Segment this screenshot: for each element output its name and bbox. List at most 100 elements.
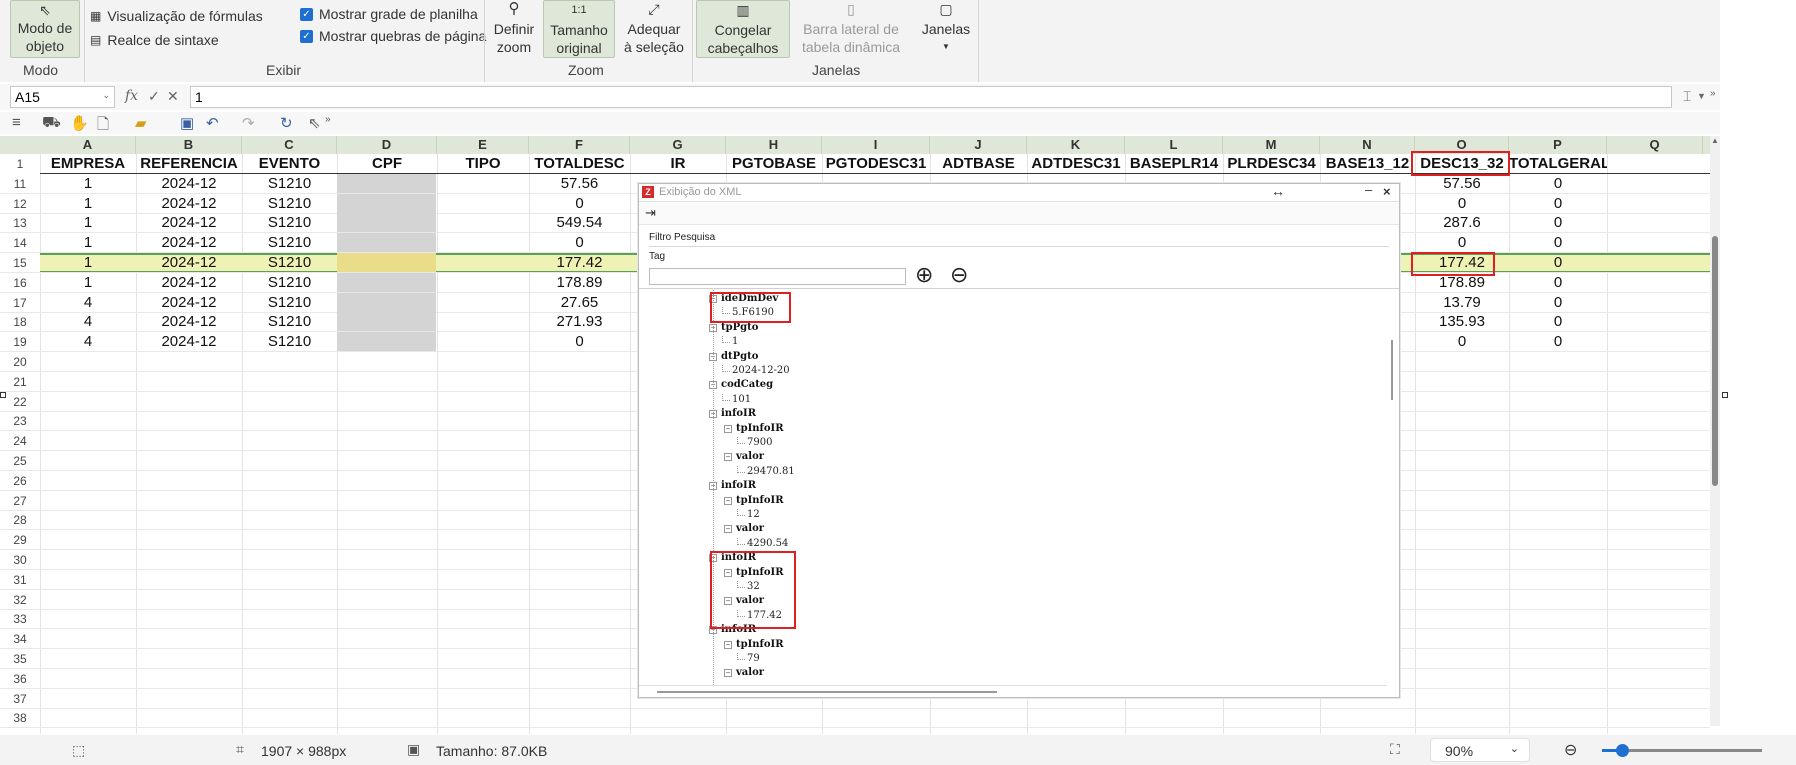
- row-header[interactable]: 35: [0, 649, 40, 669]
- scrollbar-thumb[interactable]: [1391, 340, 1393, 400]
- column-header-e[interactable]: E: [437, 136, 529, 154]
- minimize-icon[interactable]: –: [1365, 182, 1372, 197]
- xml-value-node[interactable]: 12: [747, 509, 760, 520]
- row-header[interactable]: 21: [0, 372, 40, 392]
- cell-referencia[interactable]: 2024-12: [136, 332, 242, 352]
- column-header-l[interactable]: L: [1125, 136, 1223, 154]
- row-header[interactable]: 1: [0, 154, 40, 174]
- cell-totalgeral[interactable]: 0: [1509, 332, 1607, 352]
- cpf-redacted-cell[interactable]: [337, 272, 436, 293]
- cell-totalgeral[interactable]: 0: [1509, 174, 1607, 194]
- collapse-icon[interactable]: −: [724, 453, 732, 462]
- xml-value-node[interactable]: 79: [747, 653, 760, 664]
- cell-empresa[interactable]: 1: [40, 213, 136, 233]
- cell-desc13-32[interactable]: 287.6: [1415, 213, 1509, 233]
- cell-evento[interactable]: S1210: [242, 194, 337, 214]
- cell-empresa[interactable]: 4: [40, 293, 136, 313]
- xml-value-node[interactable]: 29470.81: [747, 466, 795, 477]
- save-icon[interactable]: ▣: [180, 114, 194, 132]
- column-header-j[interactable]: J: [930, 136, 1027, 154]
- cell-desc13-32[interactable]: 135.93: [1415, 312, 1509, 332]
- row-header[interactable]: 16: [0, 273, 40, 293]
- fit-screen-icon[interactable]: ⛶: [1390, 741, 1400, 758]
- xml-tag-node[interactable]: tpInfoIR: [736, 423, 784, 434]
- row-header[interactable]: 12: [0, 194, 40, 214]
- close-icon[interactable]: ×: [1383, 184, 1391, 199]
- dialog-titlebar[interactable]: Z Exibição do XML ↔ – ×: [639, 182, 1399, 202]
- header-cell[interactable]: EMPRESA: [40, 154, 136, 174]
- row-header[interactable]: 29: [0, 530, 40, 550]
- xml-tag-node[interactable]: valor: [736, 451, 764, 462]
- cell-totalgeral[interactable]: 0: [1509, 233, 1607, 253]
- cell-evento[interactable]: S1210: [242, 312, 337, 332]
- accept-icon[interactable]: ✓: [148, 88, 160, 105]
- cell-desc13-32[interactable]: 0: [1415, 332, 1509, 352]
- cell-desc13-32[interactable]: 13.79: [1415, 293, 1509, 313]
- column-header-b[interactable]: B: [136, 136, 242, 154]
- tree-horizontal-scrollbar[interactable]: [639, 685, 1387, 697]
- cell-empresa[interactable]: 1: [40, 194, 136, 214]
- header-cell[interactable]: TOTALGERAL: [1509, 154, 1607, 174]
- formula-view-button[interactable]: ▦ Visualização de fórmulas: [90, 8, 263, 24]
- zoom-slider[interactable]: [1602, 744, 1762, 757]
- cell-empresa[interactable]: 1: [40, 253, 136, 273]
- column-header-f[interactable]: F: [529, 136, 630, 154]
- cell-totaldesc[interactable]: 57.56: [529, 174, 630, 194]
- row-header[interactable]: 36: [0, 669, 40, 689]
- xml-tag-node[interactable]: tpPgto: [721, 322, 758, 333]
- windows-button[interactable]: ▢ Janelas ▼: [916, 0, 976, 58]
- cell-referencia[interactable]: 2024-12: [136, 312, 242, 332]
- column-header-k[interactable]: K: [1027, 136, 1125, 154]
- header-cell[interactable]: BASEPLR14: [1125, 154, 1223, 174]
- xml-tag-node[interactable]: tpInfoIR: [736, 639, 784, 650]
- column-header-c[interactable]: C: [242, 136, 337, 154]
- column-header-i[interactable]: I: [822, 136, 930, 154]
- xml-value-node[interactable]: 1: [732, 336, 738, 347]
- cell-desc13-32[interactable]: 0: [1415, 194, 1509, 214]
- cell-totaldesc[interactable]: 0: [529, 332, 630, 352]
- refresh-icon[interactable]: ↻: [280, 114, 293, 132]
- header-cell[interactable]: REFERENCIA: [136, 154, 242, 174]
- cell-desc13-32[interactable]: 0: [1415, 233, 1509, 253]
- collapse-icon[interactable]: −: [724, 424, 732, 433]
- overflow-icon[interactable]: »: [1710, 88, 1716, 99]
- cart-icon[interactable]: ⛟: [42, 114, 61, 133]
- row-header[interactable]: 18: [0, 312, 40, 332]
- cell-totalgeral[interactable]: 0: [1509, 293, 1607, 313]
- row-header[interactable]: 23: [0, 411, 40, 431]
- header-cell[interactable]: ADTBASE: [930, 154, 1027, 174]
- cell-totaldesc[interactable]: 0: [529, 233, 630, 253]
- xml-value-node[interactable]: 101: [732, 394, 751, 405]
- cell-evento[interactable]: S1210: [242, 332, 337, 352]
- header-cell[interactable]: PLRDESC34: [1223, 154, 1320, 174]
- row-header[interactable]: 27: [0, 491, 40, 511]
- selection-icon[interactable]: ⬚: [72, 742, 85, 759]
- fit-selection-button[interactable]: ⤢ Adequar à seleção: [622, 0, 686, 58]
- select-icon[interactable]: ⇖: [308, 114, 321, 132]
- xml-value-node[interactable]: 2024-12-20: [732, 365, 790, 376]
- xml-tag-node[interactable]: valor: [736, 667, 764, 678]
- header-cell[interactable]: BASE13_12: [1320, 154, 1415, 174]
- cell-totaldesc[interactable]: 27.65: [529, 293, 630, 313]
- cell-empresa[interactable]: 4: [40, 312, 136, 332]
- show-grid-checkbox[interactable]: ✓ Mostrar grade de planilha: [300, 6, 478, 22]
- row-header[interactable]: 34: [0, 629, 40, 649]
- xml-tag-node[interactable]: dtPgto: [721, 351, 758, 362]
- overflow-icon[interactable]: »: [325, 114, 331, 125]
- column-header-d[interactable]: D: [337, 136, 437, 154]
- tag-search-input[interactable]: [649, 268, 906, 285]
- column-header-q[interactable]: Q: [1607, 136, 1703, 154]
- header-cell[interactable]: IR: [630, 154, 726, 174]
- cpf-redacted-cell[interactable]: [337, 292, 436, 313]
- row-header[interactable]: 25: [0, 451, 40, 471]
- resize-handle-left[interactable]: [0, 392, 6, 398]
- cell-evento[interactable]: S1210: [242, 233, 337, 253]
- cell-referencia[interactable]: 2024-12: [136, 253, 242, 273]
- vertical-scrollbar[interactable]: ▲: [1710, 136, 1720, 726]
- row-header[interactable]: 32: [0, 590, 40, 610]
- cell-totalgeral[interactable]: 0: [1509, 312, 1607, 332]
- scrollbar-thumb[interactable]: [1712, 236, 1718, 486]
- row-header[interactable]: 38: [0, 708, 40, 728]
- hand-icon[interactable]: ✋: [70, 114, 89, 132]
- cpf-redacted-cell[interactable]: [337, 233, 436, 254]
